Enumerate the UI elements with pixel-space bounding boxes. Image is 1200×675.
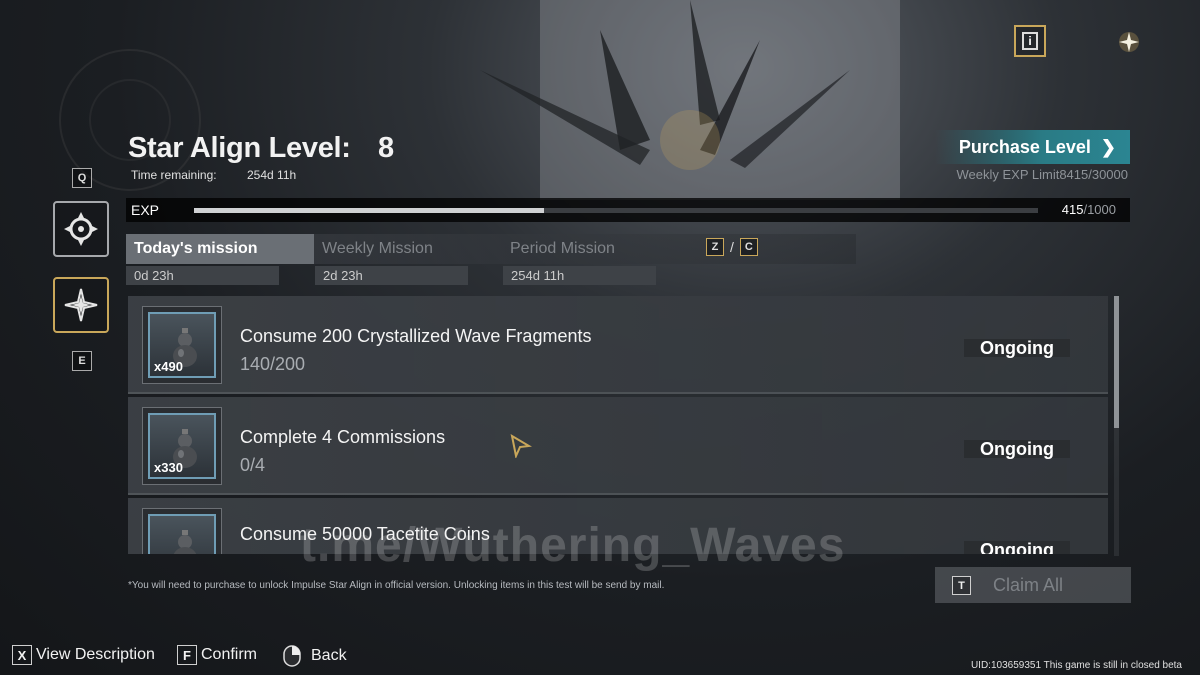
page-title: Star Align Level: — [128, 132, 351, 164]
time-remaining-label: Time remaining: — [131, 168, 217, 182]
key-f-hint: F — [177, 645, 197, 665]
key-q-hint: Q — [72, 168, 92, 188]
tab-today-mission[interactable]: Today's mission — [126, 234, 314, 264]
compass-icon — [64, 212, 98, 246]
chevron-right-icon: ❯ — [1100, 136, 1116, 157]
purchase-level-label: Purchase Level — [958, 136, 1091, 157]
mouse-right-icon — [283, 645, 301, 667]
level-value: 8 — [378, 132, 395, 164]
claim-all-button[interactable]: T Claim All — [935, 567, 1131, 603]
side-tab-missions[interactable] — [53, 277, 109, 333]
reward-item[interactable]: x490 — [142, 306, 222, 384]
exp-fill — [194, 208, 545, 213]
tab-weekly-time: 2d 23h — [315, 266, 468, 285]
tab-weekly-mission[interactable]: Weekly Mission — [314, 234, 502, 264]
mission-progress: 0/4 — [240, 455, 266, 475]
exp-max: /1000 — [1083, 202, 1116, 217]
info-button[interactable]: i — [1014, 25, 1046, 57]
gourd-item-icon — [173, 530, 197, 554]
info-icon: i — [1022, 32, 1038, 50]
exp-bar: EXP 415/1000 — [126, 198, 1130, 222]
mission-status: Ongoing — [964, 440, 1070, 458]
back-control[interactable]: Back — [283, 645, 347, 667]
view-description-control[interactable]: X View Description — [12, 645, 155, 665]
key-t-hint: T — [952, 576, 971, 595]
claim-all-label: Claim All — [993, 575, 1064, 595]
key-c-hint: C — [739, 238, 758, 256]
reward-frame — [148, 514, 216, 554]
mission-status: Ongoing — [964, 339, 1070, 357]
key-e-hint: E — [72, 351, 92, 371]
star-button[interactable] — [1114, 28, 1144, 56]
confirm-control[interactable]: F Confirm — [177, 645, 257, 665]
tab-switch-keys: Z / C — [706, 238, 758, 256]
time-remaining-value: 254d 11h — [247, 168, 297, 182]
mission-list[interactable]: x490 Consume 200 Crystallized Wave Fragm… — [128, 296, 1110, 554]
tab-period-mission[interactable]: Period Mission — [502, 234, 690, 264]
star-sparkle-icon — [1119, 32, 1139, 52]
mission-card[interactable]: x330 Complete 4 Commissions 0/4 Ongoing — [128, 397, 1108, 495]
mission-title: Complete 4 Commissions — [240, 427, 446, 447]
watermark-text: t.me/Wuthering_Waves — [300, 519, 846, 572]
side-tab-overview[interactable] — [53, 201, 109, 257]
exp-current: 415 — [1061, 202, 1084, 217]
exp-value: 415/1000 — [1062, 202, 1116, 217]
key-x-hint: X — [12, 645, 32, 665]
reward-quantity: x490 — [154, 359, 183, 374]
mission-status: Ongoing — [964, 541, 1070, 554]
scrollbar-thumb[interactable] — [1114, 296, 1119, 428]
mission-title: Consume 200 Crystallized Wave Fragments — [240, 326, 592, 346]
purchase-level-button[interactable]: Purchase Level ❯ — [935, 130, 1130, 164]
key-z-hint: Z — [706, 238, 724, 256]
exp-track — [194, 208, 1038, 213]
back-label: Back — [311, 647, 347, 664]
mission-card[interactable]: x490 Consume 200 Crystallized Wave Fragm… — [128, 296, 1108, 394]
reward-frame: x490 — [148, 312, 216, 378]
view-description-label: View Description — [36, 646, 155, 663]
reward-frame: x330 — [148, 413, 216, 479]
mission-progress: 140/200 — [240, 354, 306, 374]
reward-quantity: x330 — [154, 460, 183, 475]
exp-label: EXP — [131, 202, 160, 218]
reward-item[interactable]: x330 — [142, 407, 222, 485]
weekly-exp-limit: Weekly EXP Limit8415/30000 — [956, 167, 1128, 182]
uid-text: UID:103659351 This game is still in clos… — [970, 660, 1182, 671]
star-cross-icon — [64, 288, 98, 322]
tab-period-time: 254d 11h — [503, 266, 656, 285]
footnote: *You will need to purchase to unlock Imp… — [128, 580, 665, 591]
tab-today-time: 0d 23h — [126, 266, 279, 285]
confirm-label: Confirm — [201, 646, 258, 663]
tab-keys-separator: / — [730, 239, 734, 255]
reward-item[interactable] — [142, 508, 222, 554]
cursor-icon — [510, 434, 532, 458]
